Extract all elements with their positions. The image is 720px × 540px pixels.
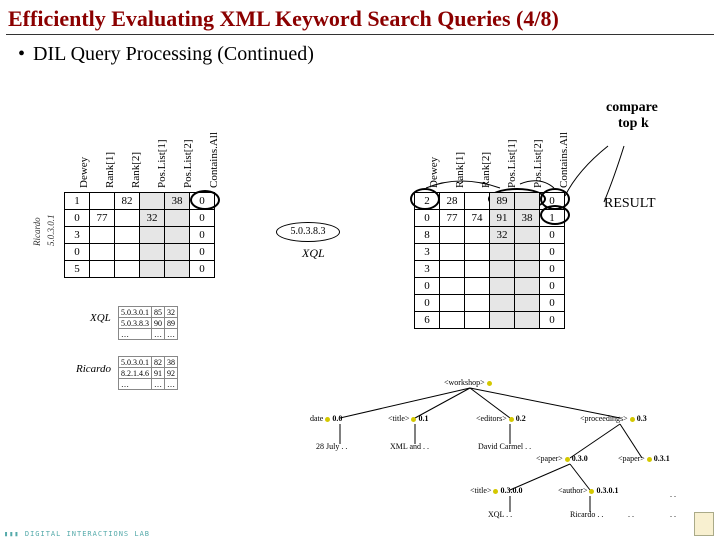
mini-ricardo-table: 5.0.3.0.18238 8.2.1.4.69192 ……… bbox=[118, 356, 178, 390]
tree-28july: 28 July . . bbox=[316, 442, 347, 451]
bullet-text: DIL Query Processing (Continued) bbox=[33, 43, 314, 65]
table-row: 00 bbox=[65, 244, 215, 261]
mid-oval: 5.0.3.8.3 bbox=[276, 222, 340, 242]
tree-dot-icon bbox=[487, 381, 492, 386]
tree-proc: <proceedings> 0.3 bbox=[580, 414, 647, 423]
tree-title2: <title> 0.3.0.0 bbox=[470, 486, 522, 495]
table-row: 8320 bbox=[415, 227, 565, 244]
table-row: 228890 bbox=[415, 193, 565, 210]
tree-xmland: XML and . . bbox=[390, 442, 429, 451]
tree-root: <workshop> bbox=[444, 378, 492, 387]
footer-logo: ▮▮▮ DIGITAL INTERACTIONS LAB bbox=[4, 530, 150, 538]
table-row: 0777491381 bbox=[415, 210, 565, 227]
divider bbox=[6, 34, 714, 35]
side-dewey-num: 5.0.3.0.1 bbox=[46, 215, 56, 247]
right-stack-table: 228890 0777491381 8320 30 30 00 00 60 bbox=[414, 192, 565, 329]
table-row: 30 bbox=[415, 261, 565, 278]
tree-xql-leaf: XQL . . bbox=[488, 510, 512, 519]
xml-tree: <workshop> date 0.0 <title> 0.1 <editors… bbox=[310, 378, 710, 528]
left-stack-table: 182380 077320 30 00 50 bbox=[64, 192, 215, 278]
tree-editors: <editors> 0.2 bbox=[476, 414, 526, 423]
table-row: 182380 bbox=[65, 193, 215, 210]
footer-crest-icon bbox=[694, 512, 714, 536]
mid-oval-label: XQL bbox=[302, 246, 325, 261]
content-stage: Dewey Rank[1] Rank[2] Pos.List[1] Pos.Li… bbox=[10, 78, 712, 532]
mini-xql-table: 5.0.3.0.18532 5.0.3.8.39089 ……… bbox=[118, 306, 178, 340]
table-row: 00 bbox=[415, 278, 565, 295]
table-row: 077320 bbox=[65, 210, 215, 227]
tree-paper1: <paper> 0.3.0 bbox=[536, 454, 588, 463]
tree-dots3: . . bbox=[670, 510, 676, 519]
table-row: 50 bbox=[65, 261, 215, 278]
tree-paper2: <paper> 0.3.1 bbox=[618, 454, 670, 463]
tree-david: David Carmel . . bbox=[478, 442, 531, 451]
tree-date: date 0.0 bbox=[310, 414, 342, 423]
tree-dots1: . . bbox=[628, 510, 634, 519]
mini-xql-caption: XQL bbox=[90, 312, 111, 324]
table-row: 60 bbox=[415, 312, 565, 329]
tree-dots2: . . bbox=[670, 490, 676, 499]
slide-title: Efficiently Evaluating XML Keyword Searc… bbox=[0, 0, 720, 34]
table-row: 30 bbox=[65, 227, 215, 244]
tree-ricardo-leaf: Ricardo . . bbox=[570, 510, 603, 519]
tree-title1: <title> 0.1 bbox=[388, 414, 428, 423]
bullet-line: •DIL Query Processing (Continued) bbox=[0, 39, 720, 66]
bullet-icon: • bbox=[18, 43, 33, 65]
table-row: 00 bbox=[415, 295, 565, 312]
mini-ricardo-caption: Ricardo bbox=[76, 363, 111, 375]
tree-author: <author> 0.3.0.1 bbox=[558, 486, 618, 495]
table-row: 30 bbox=[415, 244, 565, 261]
side-ricardo: Ricardo bbox=[32, 217, 42, 246]
